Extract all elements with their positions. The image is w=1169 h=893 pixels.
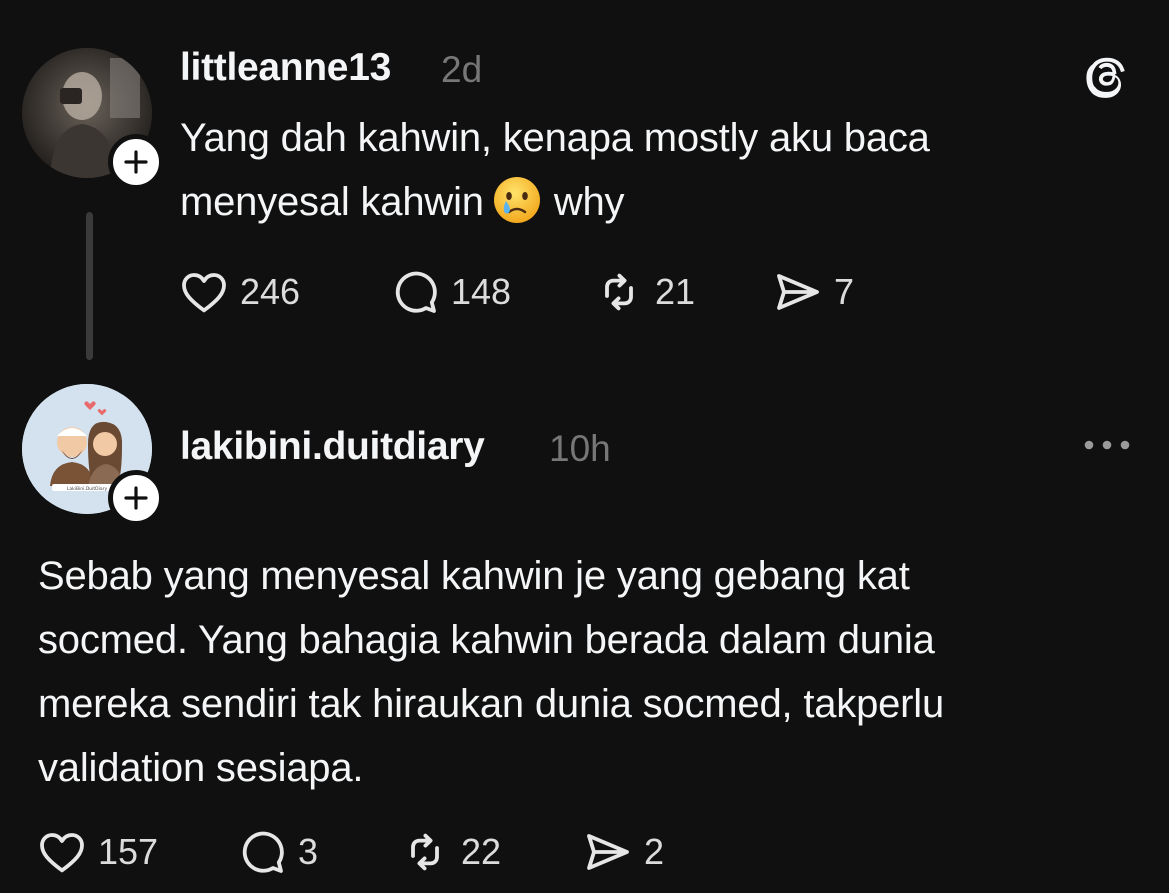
comment-icon xyxy=(395,271,437,313)
repost-count: 22 xyxy=(461,831,502,872)
more-options-icon[interactable] xyxy=(1082,433,1132,457)
heart-icon xyxy=(40,833,84,873)
plus-icon xyxy=(124,486,148,510)
like-button[interactable]: 157 xyxy=(38,827,158,877)
like-count: 157 xyxy=(98,831,159,872)
crying-face-emoji xyxy=(493,177,540,223)
post-text-line: Yang dah kahwin, kenapa mostly aku baca xyxy=(180,116,930,160)
reply-count: 148 xyxy=(451,271,512,312)
threads-logo-icon[interactable] xyxy=(1081,50,1131,100)
share-button[interactable]: 2 xyxy=(584,827,664,877)
plus-icon xyxy=(124,150,148,174)
post-text-line: Sebab yang menyesal kahwin je yang geban… xyxy=(38,554,910,598)
post-text-line: mereka sendiri tak hiraukan dunia socmed… xyxy=(38,682,945,726)
post-text-line: why xyxy=(553,180,625,224)
share-count: 7 xyxy=(834,271,855,312)
post-time: 2d xyxy=(441,49,483,90)
avatar-caption: LakiBini.DuitDiary xyxy=(67,486,108,492)
username[interactable]: lakibini.duitdiary xyxy=(180,425,485,469)
comment-icon xyxy=(242,831,284,873)
post-text: Yang dah kahwin, kenapa mostly aku baca … xyxy=(180,106,930,234)
like-count: 246 xyxy=(240,271,301,312)
post-text-line: validation sesiapa. xyxy=(38,746,364,790)
reply-button[interactable]: 148 xyxy=(391,267,511,317)
share-button[interactable]: 7 xyxy=(774,267,854,317)
post-text-line: socmed. Yang bahagia kahwin berada dalam… xyxy=(38,618,935,662)
heart-icon xyxy=(182,273,226,313)
share-icon xyxy=(587,834,629,870)
share-count: 2 xyxy=(644,831,665,872)
reply-count: 3 xyxy=(298,831,319,872)
repost-icon xyxy=(411,833,439,871)
repost-icon xyxy=(605,273,633,311)
post-text: Sebab yang menyesal kahwin je yang geban… xyxy=(38,544,944,800)
like-button[interactable]: 246 xyxy=(180,267,300,317)
repost-button[interactable]: 21 xyxy=(595,267,695,317)
share-icon xyxy=(777,274,819,310)
follow-button[interactable] xyxy=(108,134,164,190)
repost-button[interactable]: 22 xyxy=(401,827,501,877)
post-time: 10h xyxy=(549,428,611,469)
username[interactable]: littleanne13 xyxy=(180,46,391,90)
post-text-line: menyesal kahwin xyxy=(180,180,484,224)
thread-connector-line xyxy=(86,212,93,360)
repost-count: 21 xyxy=(655,271,696,312)
reply-button[interactable]: 3 xyxy=(238,827,318,877)
follow-button[interactable] xyxy=(108,470,164,526)
